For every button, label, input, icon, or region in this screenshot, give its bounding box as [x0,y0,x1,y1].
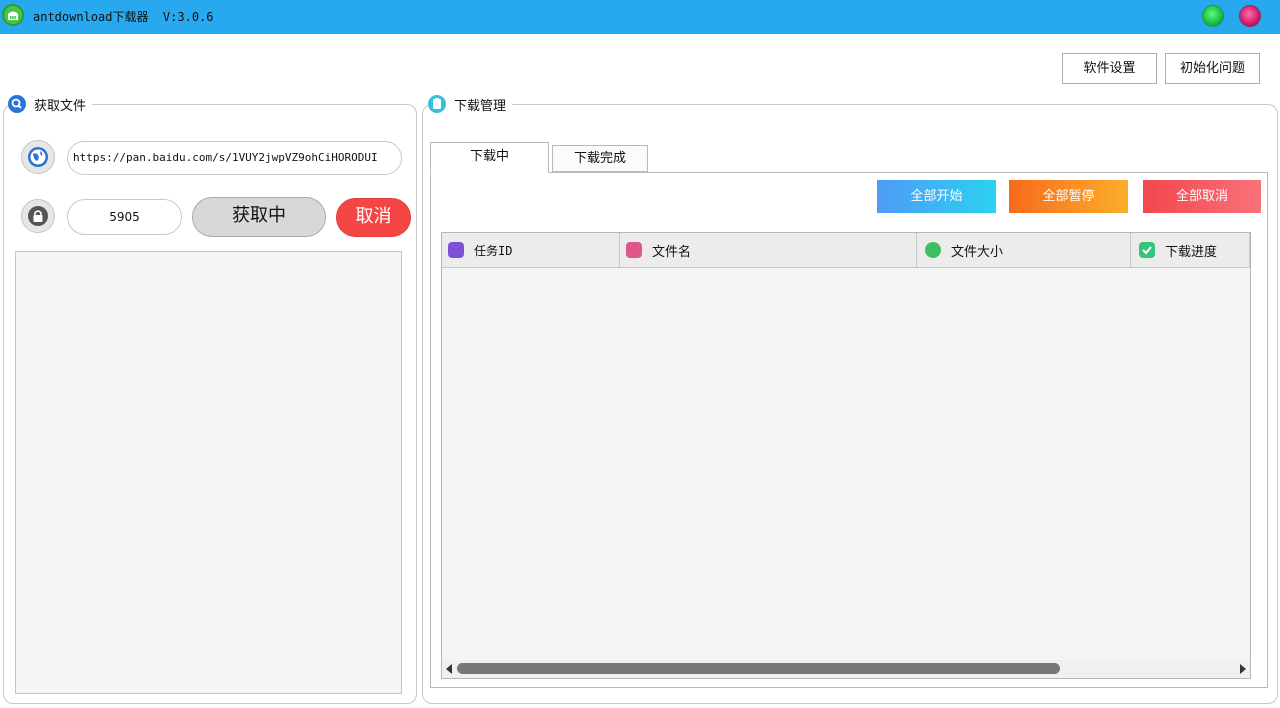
android-icon [925,242,941,258]
search-icon [8,95,26,113]
globe-icon [21,140,55,174]
pause-all-button[interactable]: 全部暂停 [1009,180,1128,213]
column-header-file-size[interactable]: 文件大小 [917,233,1131,267]
clipboard-icon [428,95,446,113]
download-manager-title: 下载管理 [428,94,513,114]
fetch-file-label: 获取文件 [34,98,87,114]
app-logo-icon [2,4,24,26]
init-issues-button[interactable]: 初始化问题 [1165,53,1260,84]
download-manager-label: 下载管理 [454,98,507,114]
edit-icon [448,242,464,258]
minimize-button[interactable] [1202,5,1224,27]
fetch-file-title: 获取文件 [8,94,93,114]
share-url-input[interactable]: https://pan.baidu.com/s/1VUY2jwpVZ9ohCiH… [67,141,402,175]
column-header-task-id[interactable]: 任务ID [442,233,620,267]
table-header: 任务ID 文件名 文件大小 下载进度 [442,233,1250,268]
file-list-area[interactable] [15,251,402,694]
scroll-left-arrow-icon[interactable] [446,664,452,674]
scrollbar-thumb[interactable] [457,663,1060,674]
cancel-all-button[interactable]: 全部取消 [1143,180,1261,213]
check-icon [1139,242,1155,258]
window-title: antdownload下载器 V:3.0.6 [33,10,214,24]
lock-icon [21,199,55,233]
scroll-right-arrow-icon[interactable] [1240,664,1246,674]
fetch-button[interactable]: 获取中 [192,197,326,237]
tab-completed[interactable]: 下载完成 [552,145,648,172]
download-table[interactable]: 任务ID 文件名 文件大小 下载进度 [441,232,1251,679]
horizontal-scrollbar[interactable] [442,660,1250,678]
cancel-button[interactable]: 取消 [336,198,411,237]
close-button[interactable] [1239,5,1261,27]
file-icon [626,242,642,258]
settings-button[interactable]: 软件设置 [1062,53,1157,84]
column-header-progress[interactable]: 下载进度 [1131,233,1250,267]
start-all-button[interactable]: 全部开始 [877,180,996,213]
title-bar: antdownload下载器 V:3.0.6 [0,0,1280,34]
tab-downloading[interactable]: 下载中 [430,142,549,173]
column-header-file-name[interactable]: 文件名 [620,233,917,267]
extract-code-input[interactable]: 5905 [67,199,182,235]
